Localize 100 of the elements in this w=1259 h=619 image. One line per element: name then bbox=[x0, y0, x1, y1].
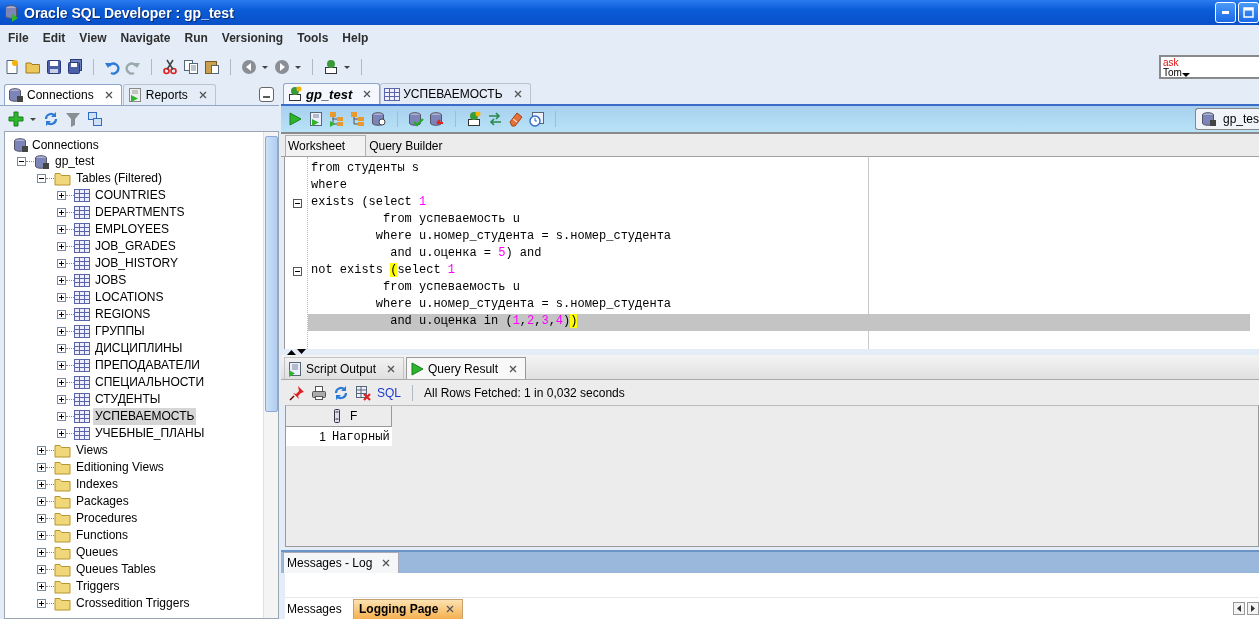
tree-item[interactable]: JOB_HISTORY bbox=[93, 255, 180, 272]
expand-icon[interactable] bbox=[57, 378, 66, 387]
worksheet-icon[interactable] bbox=[466, 111, 482, 127]
close-icon[interactable] bbox=[509, 364, 518, 373]
fold-icon[interactable] bbox=[293, 199, 302, 208]
menu-item[interactable]: File bbox=[2, 29, 35, 47]
editor-subtab[interactable]: Worksheet bbox=[285, 135, 367, 156]
copy-icon[interactable] bbox=[183, 58, 199, 75]
caret-icon[interactable] bbox=[1181, 73, 1190, 78]
tree-item[interactable]: Packages bbox=[74, 493, 131, 510]
tree-item[interactable]: ДИСЦИПЛИНЫ bbox=[93, 340, 185, 357]
scrollbar[interactable] bbox=[263, 132, 278, 618]
expand-icon[interactable] bbox=[57, 276, 66, 285]
expand-icon[interactable] bbox=[37, 565, 46, 574]
connection-icon[interactable] bbox=[323, 58, 339, 75]
panel-tab[interactable]: Messages - Log bbox=[283, 552, 400, 574]
expand-icon[interactable] bbox=[37, 480, 46, 489]
expand-icon[interactable] bbox=[37, 463, 46, 472]
tree-item[interactable]: JOB_GRADES bbox=[93, 238, 178, 255]
close-icon[interactable] bbox=[387, 364, 396, 373]
editor-tab[interactable]: УСПЕВАЕМОСТЬ bbox=[380, 83, 531, 104]
ask-tom-box[interactable]: ask Tom bbox=[1159, 55, 1259, 79]
expand-icon[interactable] bbox=[57, 208, 66, 217]
database-check-icon[interactable] bbox=[408, 111, 424, 127]
close-icon[interactable] bbox=[513, 90, 522, 98]
editor-tab[interactable]: gp_test bbox=[283, 83, 381, 104]
pin-icon[interactable] bbox=[289, 384, 305, 401]
delete-icon[interactable] bbox=[355, 384, 371, 401]
refresh-icon[interactable] bbox=[43, 110, 59, 127]
expand-icon[interactable] bbox=[37, 548, 46, 557]
expand-icon[interactable] bbox=[57, 327, 66, 336]
sort-icon[interactable] bbox=[334, 409, 340, 424]
tree-item[interactable]: УСПЕВАЕМОСТЬ bbox=[93, 408, 197, 425]
expand-icon[interactable] bbox=[37, 514, 46, 523]
scroll-left-icon[interactable] bbox=[1233, 602, 1245, 615]
expand-icon[interactable] bbox=[37, 497, 46, 506]
run-script-icon[interactable] bbox=[308, 111, 324, 127]
tree-item[interactable]: REGIONS bbox=[93, 306, 153, 323]
close-icon[interactable] bbox=[382, 559, 391, 568]
menu-item[interactable]: Navigate bbox=[114, 29, 177, 47]
collapse-icon[interactable] bbox=[37, 174, 46, 183]
save-all-icon[interactable] bbox=[67, 58, 83, 75]
menu-item[interactable]: Run bbox=[178, 29, 214, 47]
forward-icon[interactable] bbox=[274, 58, 290, 75]
expand-icon[interactable] bbox=[57, 191, 66, 200]
new-file-icon[interactable] bbox=[4, 58, 20, 75]
sql-link[interactable]: SQL bbox=[377, 385, 401, 400]
expand-icon[interactable] bbox=[57, 310, 66, 319]
tree-item[interactable]: УЧЕБНЫЕ_ПЛАНЫ bbox=[93, 425, 207, 442]
tree-item[interactable]: gp_test bbox=[53, 153, 97, 170]
expand-icon[interactable] bbox=[57, 361, 66, 370]
add-icon[interactable] bbox=[8, 110, 24, 127]
editor-subtab[interactable]: Query Builder bbox=[366, 135, 464, 156]
result-tab[interactable]: Script Output bbox=[284, 357, 405, 380]
paste-icon[interactable] bbox=[204, 58, 220, 75]
print-icon[interactable] bbox=[311, 384, 327, 401]
tree-item[interactable]: Triggers bbox=[74, 578, 122, 595]
fold-icon[interactable] bbox=[293, 267, 302, 276]
expand-icon[interactable] bbox=[57, 412, 66, 421]
menu-item[interactable]: Versioning bbox=[215, 29, 290, 47]
menu-item[interactable]: Tools bbox=[291, 29, 335, 47]
tree-item[interactable]: Crossedition Triggers bbox=[74, 595, 192, 612]
refresh-icon[interactable] bbox=[333, 384, 349, 401]
tree-item[interactable]: DEPARTMENTS bbox=[93, 204, 187, 221]
expand-icon[interactable] bbox=[57, 225, 66, 234]
tree-item[interactable]: Procedures bbox=[74, 510, 140, 527]
tree-item[interactable]: Queues bbox=[74, 544, 121, 561]
tree-item[interactable]: Queues Tables bbox=[74, 561, 158, 578]
expand-icon[interactable] bbox=[37, 582, 46, 591]
tree-item[interactable]: Editioning Views bbox=[74, 459, 166, 476]
tree-item[interactable]: Views bbox=[74, 442, 110, 459]
connection-dropdown[interactable]: gp_tes bbox=[1194, 108, 1259, 130]
tree-item[interactable]: СПЕЦИАЛЬНОСТИ bbox=[93, 374, 207, 391]
run-icon[interactable] bbox=[287, 111, 303, 127]
expand-icon[interactable] bbox=[57, 344, 66, 353]
expand-icon[interactable] bbox=[57, 429, 66, 438]
tree-item[interactable]: EMPLOYEES bbox=[93, 221, 172, 238]
expand-icon[interactable] bbox=[37, 446, 46, 455]
tree-item[interactable]: LOCATIONS bbox=[93, 289, 166, 306]
expand-icon[interactable] bbox=[57, 242, 66, 251]
database-search-icon[interactable] bbox=[371, 111, 387, 127]
menu-item[interactable]: Help bbox=[336, 29, 375, 47]
log-tab[interactable]: Logging Page bbox=[353, 599, 464, 619]
expand-icon[interactable] bbox=[57, 259, 66, 268]
panel-tab[interactable]: Reports bbox=[122, 84, 216, 105]
expand-icon[interactable] bbox=[37, 531, 46, 540]
database-undo-icon[interactable] bbox=[429, 111, 445, 127]
scroll-right-icon[interactable] bbox=[1247, 602, 1259, 615]
expand-icon[interactable] bbox=[37, 599, 46, 608]
tree-item[interactable]: Indexes bbox=[74, 476, 121, 493]
back-icon[interactable] bbox=[241, 58, 257, 75]
filter-icon[interactable] bbox=[65, 110, 81, 127]
panel-tab[interactable]: Connections bbox=[4, 84, 122, 105]
tree-item[interactable]: COUNTRIES bbox=[93, 187, 168, 204]
maximize-button[interactable] bbox=[1238, 2, 1259, 23]
cut-icon[interactable] bbox=[162, 58, 178, 75]
menu-item[interactable]: View bbox=[73, 29, 113, 47]
tree-item[interactable]: Tables (Filtered) bbox=[74, 170, 165, 187]
result-tab[interactable]: Query Result bbox=[406, 357, 527, 380]
expand-icon[interactable] bbox=[57, 293, 66, 302]
